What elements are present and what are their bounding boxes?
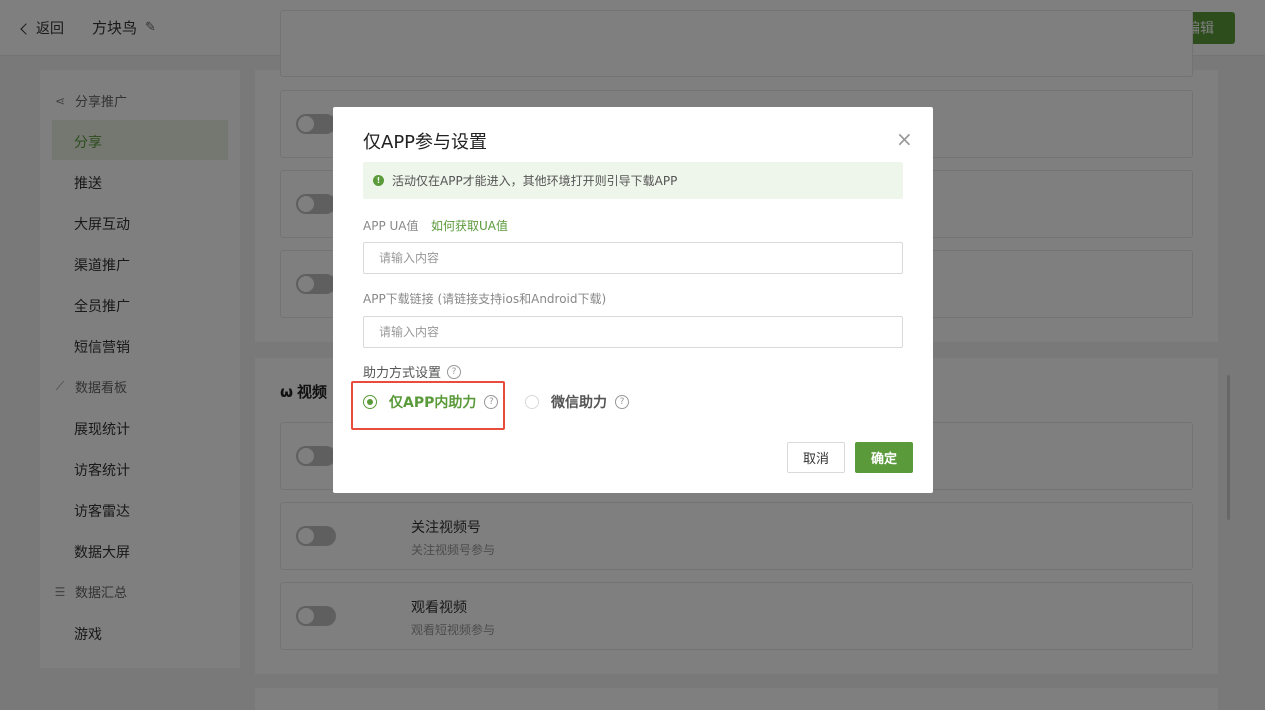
info-notice: ! 活动仅在APP才能进入，其他环境打开则引导下载APP [363, 162, 903, 199]
cancel-button[interactable]: 取消 [787, 442, 845, 473]
radio-label: 仅APP内助力 [389, 395, 477, 411]
cancel-label: 取消 [802, 452, 829, 467]
radio-button[interactable] [525, 395, 539, 409]
ua-input[interactable]: 请输入内容 [363, 242, 903, 274]
assist-mode-label: 助力方式设置 ? [363, 362, 462, 381]
radio-app-only[interactable]: 仅APP内助力 ? [363, 392, 499, 412]
question-icon[interactable]: ? [615, 395, 629, 409]
ua-help-link[interactable]: 如何获取UA值 [431, 217, 508, 234]
question-icon[interactable]: ? [484, 395, 499, 409]
notice-text: 活动仅在APP才能进入，其他环境打开则引导下载APP [392, 174, 678, 188]
confirm-button[interactable]: 确定 [855, 442, 913, 473]
radio-label: 微信助力 [551, 395, 607, 411]
download-label: APP下载链接 (请链接支持ios和Android下载) [363, 292, 607, 306]
assist-mode-text: 助力方式设置 [363, 366, 442, 381]
question-icon[interactable]: ? [447, 364, 462, 379]
confirm-label: 确定 [870, 452, 897, 467]
download-url-input[interactable]: 请输入内容 [363, 316, 903, 348]
radio-button-selected[interactable] [363, 395, 377, 409]
close-icon[interactable]: × [896, 129, 913, 149]
modal-title: 仅APP参与设置 [363, 132, 488, 153]
app-only-settings-modal: 仅APP参与设置 × ! 活动仅在APP才能进入，其他环境打开则引导下载APP … [333, 107, 933, 493]
radio-wechat[interactable]: 微信助力 ? [525, 392, 629, 412]
ua-label: APP UA值 [363, 219, 419, 233]
info-icon: ! [373, 175, 384, 186]
